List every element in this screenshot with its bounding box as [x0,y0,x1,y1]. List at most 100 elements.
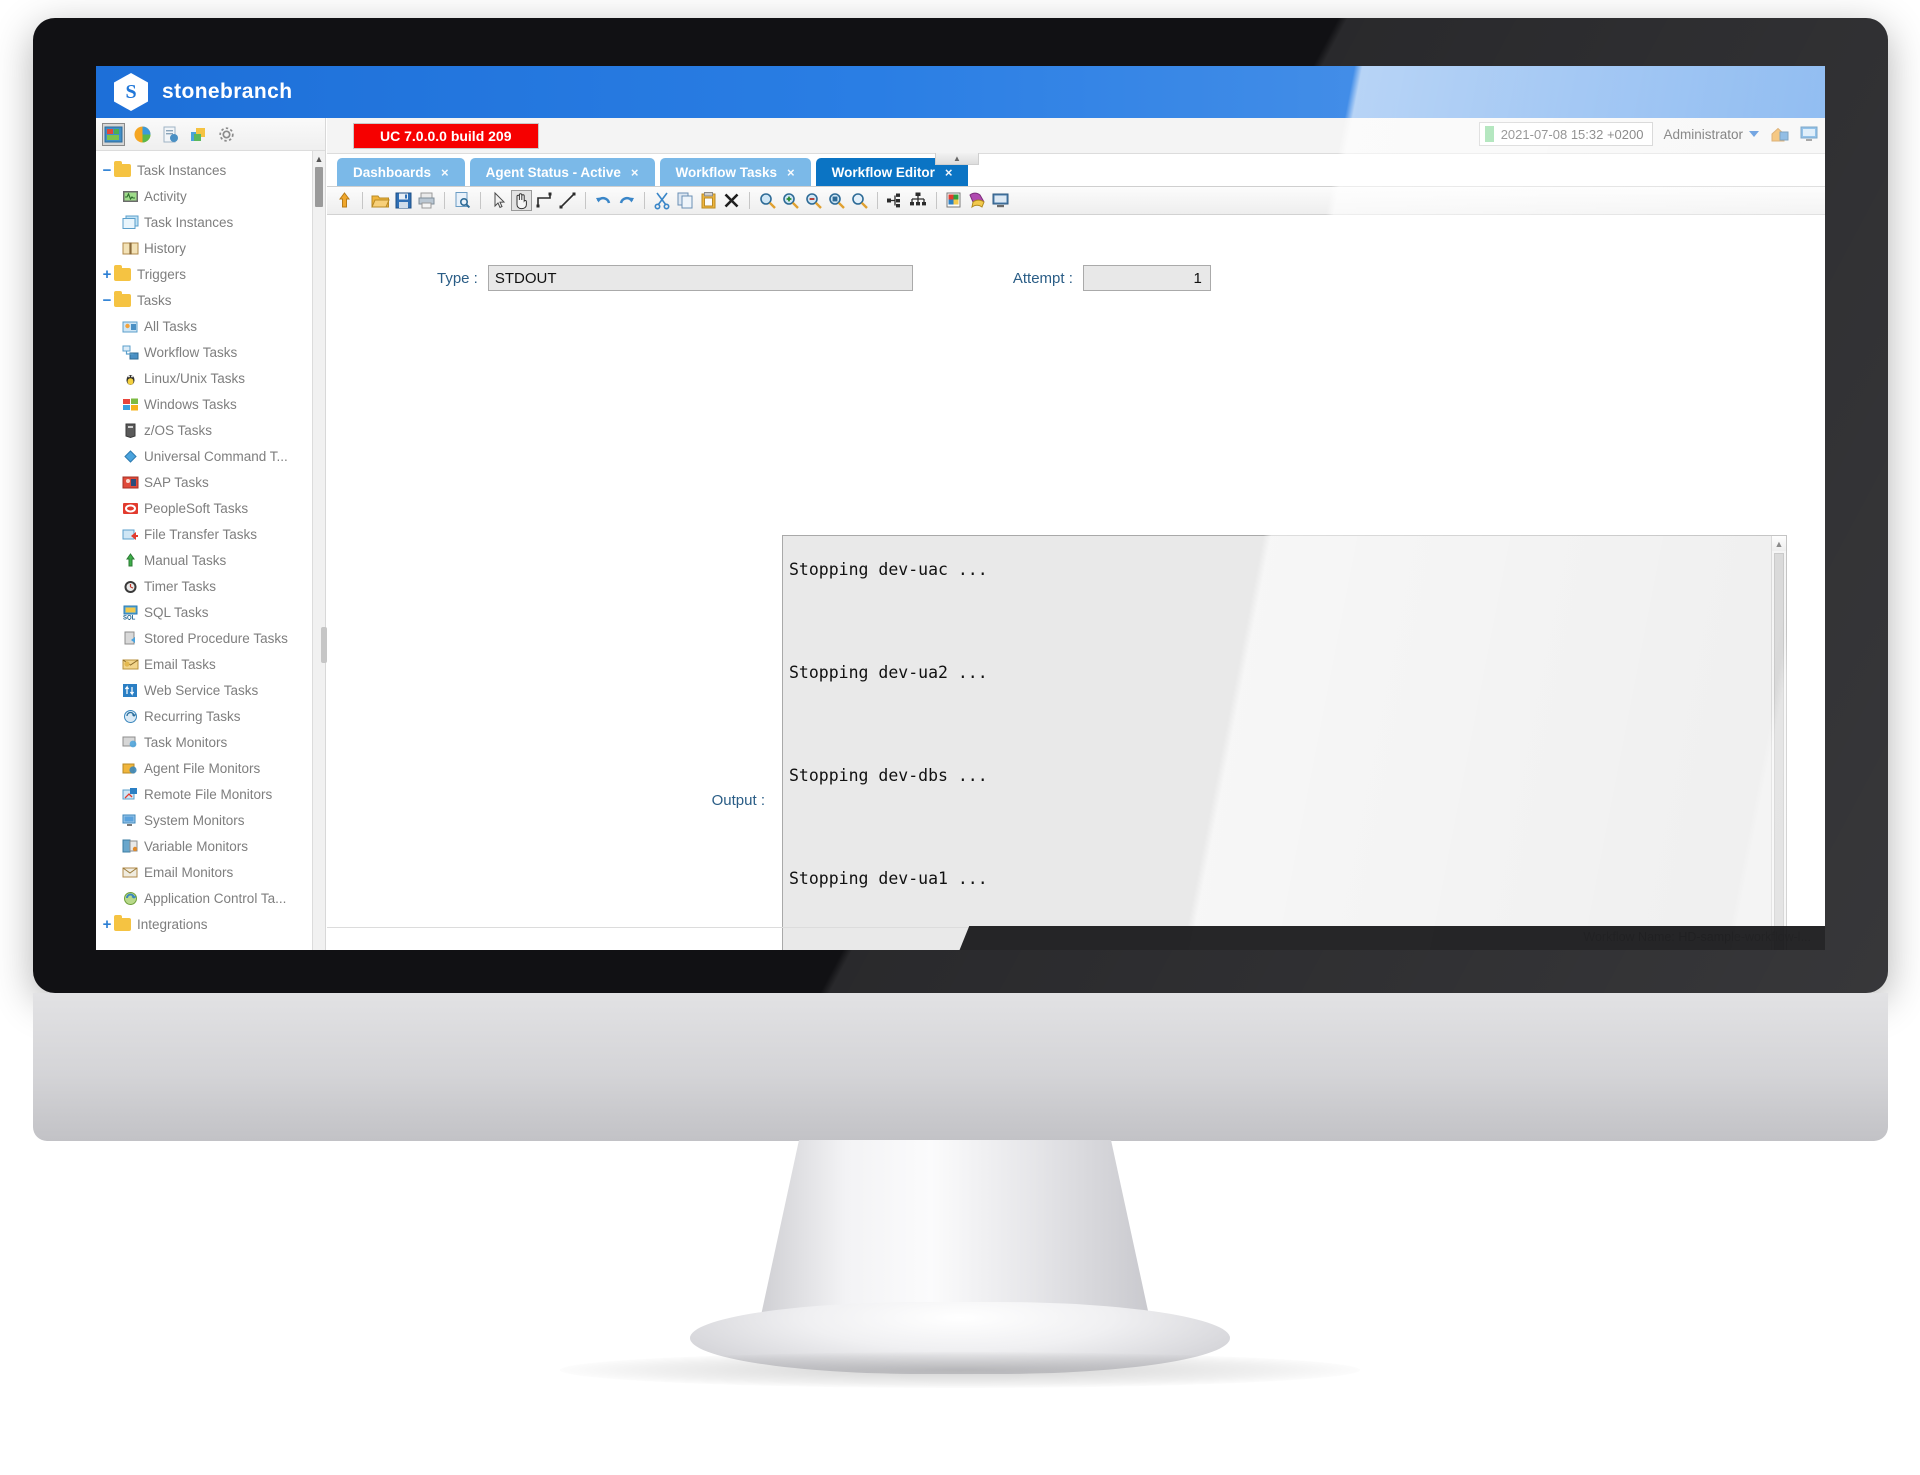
settings-gear-icon[interactable] [217,125,236,144]
zoom-actual-icon[interactable] [827,191,846,210]
task-monitor-icon [122,735,139,750]
sidebar-item-label: Task Instances [144,214,234,230]
sidebar-item-timer-tasks[interactable]: Timer Tasks [96,573,325,599]
open-folder-icon[interactable] [371,191,390,210]
sidebar-item-windows-tasks[interactable]: Windows Tasks [96,391,325,417]
go-up-icon[interactable] [335,191,354,210]
documentation-icon[interactable] [968,191,987,210]
sidebar-item-sql-tasks[interactable]: SQL SQL Tasks [96,599,325,625]
zoom-fit-icon[interactable] [850,191,869,210]
stored-procedure-icon [122,631,139,646]
monitor-icon[interactable] [1799,125,1819,143]
sidebar-item-all-tasks[interactable]: All Tasks [96,313,325,339]
delete-x-icon[interactable] [722,191,741,210]
export-image-icon[interactable] [945,191,964,210]
tab-agent-status-active[interactable]: Agent Status - Active × [469,158,655,186]
zoom-reset-icon[interactable] [758,191,777,210]
toolbar-separator [444,192,445,209]
sidebar-item-activity[interactable]: Activity [96,183,325,209]
copy-icon[interactable] [676,191,695,210]
monitor-base-plate [33,993,1888,1141]
output-textarea[interactable]: Stopping dev-uac ... Stopping dev-ua2 ..… [782,535,1787,950]
sidebar-item-email-monitors[interactable]: Email Monitors [96,859,325,885]
save-icon[interactable] [394,191,413,210]
attempt-input[interactable]: 1 [1082,265,1211,291]
align-layout-icon[interactable] [886,191,905,210]
sidebar-item-file-transfer-tasks[interactable]: File Transfer Tasks [96,521,325,547]
collapse-toggle-icon[interactable]: − [100,292,114,309]
sidebar-item-recurring-tasks[interactable]: Recurring Tasks [96,703,325,729]
sidebar-item-tasks[interactable]: − Tasks [96,287,325,313]
output-scroll-up-icon[interactable]: ▲ [1772,536,1786,551]
type-input[interactable]: STDOUT [487,265,913,291]
tab-workflow-tasks[interactable]: Workflow Tasks × [659,158,811,186]
panel-splitter-handle[interactable] [321,627,327,663]
chevron-down-icon[interactable] [1749,131,1759,137]
home-icon[interactable] [1769,125,1789,143]
undo-icon[interactable] [594,191,613,210]
tab-dashboards[interactable]: Dashboards × [337,158,465,186]
user-menu[interactable]: Administrator [1663,127,1759,142]
cut-scissors-icon[interactable] [653,191,672,210]
sidebar-item-universal-command-t[interactable]: Universal Command T... [96,443,325,469]
sidebar-item-workflow-tasks[interactable]: Workflow Tasks [96,339,325,365]
zoom-out-icon[interactable] [804,191,823,210]
datetime-display: 2021-07-08 15:32 +0200 [1478,122,1654,146]
sidebar-item-z-os-tasks[interactable]: z/OS Tasks [96,417,325,443]
pan-hand-icon[interactable] [511,190,532,211]
sidebar-item-peoplesoft-tasks[interactable]: PeopleSoft Tasks [96,495,325,521]
sidebar-item-stored-procedure-tasks[interactable]: Stored Procedure Tasks [96,625,325,651]
hierarchy-layout-icon[interactable] [909,191,928,210]
sidebar-item-task-instances[interactable]: − Task Instances [96,157,325,183]
tab-close-icon[interactable]: × [945,165,953,180]
zoom-in-icon[interactable] [781,191,800,210]
panel-scroll-top-handle[interactable]: ▲ [935,153,979,165]
sidebar-item-integrations[interactable]: + Integrations [96,911,325,937]
find-document-icon[interactable] [453,191,472,210]
redo-icon[interactable] [617,191,636,210]
application-control-icon [122,891,139,906]
tab-close-icon[interactable]: × [631,165,639,180]
report-page-icon[interactable] [161,125,180,144]
sidebar-item-manual-tasks[interactable]: Manual Tasks [96,547,325,573]
orthogonal-link-icon[interactable] [535,191,554,210]
sidebar-item-agent-file-monitors[interactable]: Agent File Monitors [96,755,325,781]
collapse-toggle-icon[interactable]: − [100,162,114,179]
sidebar-item-system-monitors[interactable]: System Monitors [96,807,325,833]
sidebar-item-web-service-tasks[interactable]: Web Service Tasks [96,677,325,703]
console-icon[interactable] [991,191,1010,210]
sidebar-item-triggers[interactable]: + Triggers [96,261,325,287]
variable-monitor-icon [122,839,139,854]
sidebar-item-task-monitors[interactable]: Task Monitors [96,729,325,755]
straight-link-icon[interactable] [558,191,577,210]
tab-label: Workflow Editor [831,164,935,180]
sidebar-item-sap-tasks[interactable]: SAP Tasks [96,469,325,495]
workflow-editor-content: Type : STDOUT Attempt : 1 Output : Stopp… [321,247,1825,950]
sidebar-item-task-instances[interactable]: Task Instances [96,209,325,235]
dashboard-icon[interactable] [102,122,125,146]
recurring-icon [122,709,139,724]
sidebar-item-history[interactable]: History [96,235,325,261]
sidebar-item-email-tasks[interactable]: Email Tasks [96,651,325,677]
paste-icon[interactable] [699,191,718,210]
sidebar-item-application-control-ta[interactable]: Application Control Ta... [96,885,325,911]
select-pointer-icon[interactable] [489,191,508,210]
bundles-icon[interactable] [189,125,208,144]
tab-label: Agent Status - Active [485,164,621,180]
tab-close-icon[interactable]: × [787,165,795,180]
scrollbar-thumb[interactable] [315,167,323,207]
expand-toggle-icon[interactable]: + [100,266,114,283]
scroll-up-arrow-icon[interactable]: ▲ [313,151,325,166]
tab-close-icon[interactable]: × [441,165,449,180]
sidebar-scrollbar[interactable]: ▲ [312,151,325,950]
sidebar-item-linux-unix-tasks[interactable]: Linux/Unix Tasks [96,365,325,391]
expand-toggle-icon[interactable]: + [100,916,114,933]
monitor-shadow [560,1352,1360,1388]
sidebar-item-variable-monitors[interactable]: Variable Monitors [96,833,325,859]
output-scrollbar-thumb[interactable] [1774,553,1784,950]
reports-pie-icon[interactable] [133,125,152,144]
sidebar-item-label: Task Instances [137,162,227,178]
sidebar-item-remote-file-monitors[interactable]: Remote File Monitors [96,781,325,807]
output-scrollbar[interactable]: ▲ ▼ [1771,536,1786,950]
print-icon[interactable] [417,191,436,210]
